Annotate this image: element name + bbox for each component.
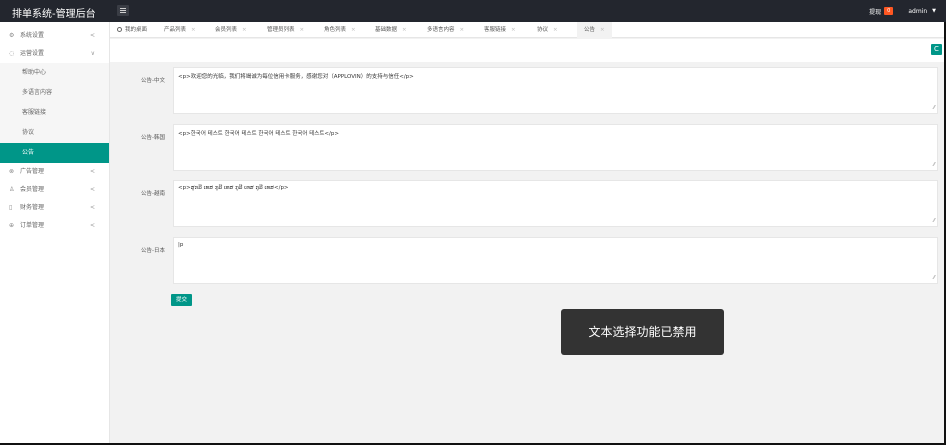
tab-desktop[interactable]: 我的桌面 [117,22,147,38]
announcement-jp-textarea[interactable]: |p ⁄⁄ [173,237,938,284]
sidebar-item-operations[interactable]: ◌ 运营设置 ∨ [0,45,109,63]
close-icon[interactable]: × [242,27,247,33]
field-label: 公告-日本 [141,248,165,254]
withdraw-label[interactable]: 提现 [869,7,881,16]
close-icon[interactable]: × [402,27,407,33]
top-bar: 排单系统-管理后台 提现 0 admin ▼ [0,0,946,22]
sidebar-subitem-announcement[interactable]: 公告 [0,143,109,163]
tab-service-link[interactable]: 客服链接 × [484,22,516,38]
menu-toggle-icon[interactable] [117,5,129,16]
tab-multilang[interactable]: 多语言内容 × [427,22,464,38]
user-area: 提现 0 admin ▼ [869,6,936,16]
withdraw-badge: 0 [884,7,894,15]
sidebar: ⚙ 系统设置 < ◌ 运营设置 ∨ 帮助中心 多语言内容 客服链接 协议 公告 ⊗ 广告管… [0,22,110,445]
resize-handle-icon[interactable]: ⁄⁄ [933,218,935,224]
sidebar-subitem-agreement[interactable]: 协议 [0,123,109,143]
close-icon[interactable]: × [300,27,305,33]
home-icon [117,27,122,32]
gear-icon: ⚙ [9,31,15,39]
tab-announcement[interactable]: 公告 × [577,22,612,38]
content-toolbar: C [110,39,946,62]
tab-bar: 我的桌面 产品列表 × 会员列表 × 管理员列表 × 角色列表 × 基础数据 × 多语言内… [110,22,946,38]
resize-handle-icon[interactable]: ⁄⁄ [933,275,935,281]
field-label: 公告-越南 [141,191,165,197]
close-icon[interactable]: × [511,27,516,33]
textarea-value: <p>ສູກລີ ເທສ ກູລີ ເທສ ກູລີ ເທສ ກູລີ ເທສ<… [178,185,289,191]
sidebar-item-members[interactable]: ♙ 会员管理 < [0,181,109,199]
lock-icon: ▯ [9,203,13,211]
sidebar-item-label: 系统设置 [20,32,45,39]
sidebar-item-orders[interactable]: ⊕ 订单管理 < [0,217,109,235]
chevron-left-icon: < [89,204,95,211]
globe-icon: ◌ [9,49,15,57]
chevron-down-icon: ∨ [90,50,95,57]
close-icon[interactable]: × [191,27,196,33]
tab-members[interactable]: 会员列表 × [215,22,247,38]
announcement-cn-textarea[interactable]: <p>欢迎您的光临，我们将竭诚为每位信用卡服务，感谢您对（APPLOVIN）的支… [173,67,938,114]
order-icon: ⊕ [9,221,15,229]
refresh-icon[interactable]: C [931,44,942,55]
close-icon[interactable]: × [351,27,356,33]
user-menu[interactable]: admin [908,8,927,15]
sidebar-subitem-service-link[interactable]: 客服链接 [0,103,109,123]
textarea-value: <p>한국어 테스트 한국어 테스트 한국어 테스트 한국어 테스트</p> [178,131,339,137]
user-icon: ♙ [9,185,15,193]
announcement-vn-textarea[interactable]: <p>ສູກລີ ເທສ ກູລີ ເທສ ກູລີ ເທສ ກູລີ ເທສ<… [173,180,938,227]
close-icon[interactable]: × [460,27,465,33]
close-icon[interactable]: × [553,27,558,33]
chevron-left-icon: < [89,168,95,175]
resize-handle-icon[interactable]: ⁄⁄ [933,105,935,111]
announcement-kr-textarea[interactable]: <p>한국어 테스트 한국어 테스트 한국어 테스트 한국어 테스트</p> ⁄… [173,124,938,171]
tab-agreement[interactable]: 协议 × [537,22,558,38]
sidebar-item-label: 订单管理 [20,222,45,229]
sidebar-item-ads[interactable]: ⊗ 广告管理 < [0,163,109,181]
sidebar-subitem-multilang[interactable]: 多语言内容 [0,83,109,103]
sidebar-item-system[interactable]: ⚙ 系统设置 < [0,27,109,45]
sidebar-item-label: 财务管理 [20,204,45,211]
field-label: 公告-韩国 [141,135,165,141]
sidebar-item-label: 运营设置 [20,50,45,57]
chevron-left-icon: < [89,222,95,229]
sidebar-subitem-help[interactable]: 帮助中心 [0,63,109,83]
close-icon[interactable]: × [600,27,605,33]
sidebar-item-label: 广告管理 [20,168,45,175]
caret-down-icon[interactable]: ▼ [932,8,936,14]
tab-admins[interactable]: 管理员列表 × [267,22,304,38]
textarea-value: |p [178,242,184,248]
textarea-value: <p>欢迎您的光临，我们将竭诚为每位信用卡服务，感谢您对（APPLOVIN）的支… [178,74,414,80]
sidebar-item-finance[interactable]: ▯ 财务管理 < [0,199,109,217]
app-title: 排单系统-管理后台 [12,9,96,20]
main-content: C 公告-中文 <p>欢迎您的光临，我们将竭诚为每位信用卡服务，感谢您对（APP… [110,38,946,445]
sidebar-item-label: 会员管理 [20,186,45,193]
ad-icon: ⊗ [9,167,15,175]
chevron-left-icon: < [89,32,95,39]
field-label: 公告-中文 [141,78,165,84]
resize-handle-icon[interactable]: ⁄⁄ [933,162,935,168]
tab-products[interactable]: 产品列表 × [164,22,196,38]
tab-roles[interactable]: 角色列表 × [324,22,356,38]
tab-basic-data[interactable]: 基础数据 × [375,22,407,38]
chevron-left-icon: < [89,186,95,193]
toast-message: 文本选择功能已禁用 [561,309,724,355]
submit-button[interactable]: 提交 [171,294,192,306]
